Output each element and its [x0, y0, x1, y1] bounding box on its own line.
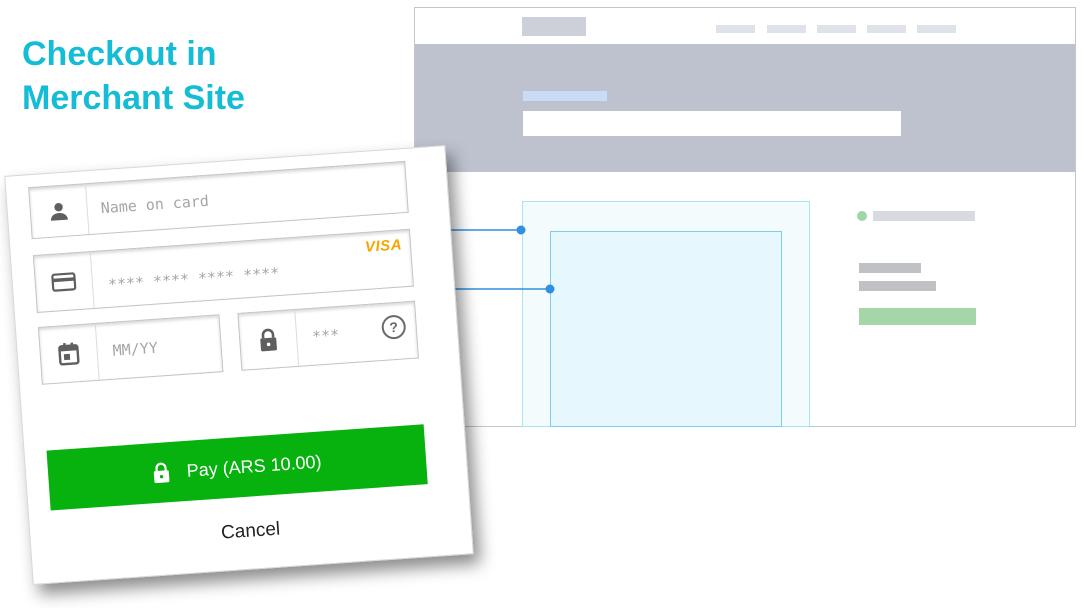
expiry-field[interactable]: MM/YY	[37, 314, 224, 385]
checkout-iframe	[550, 231, 782, 427]
credit-card-icon	[33, 252, 95, 312]
site-logo-placeholder	[522, 17, 586, 36]
sidebar-text-placeholder	[859, 281, 936, 291]
pay-button[interactable]: Pay (ARS 10.00)	[46, 424, 428, 511]
status-dot	[857, 211, 867, 221]
cancel-link[interactable]: Cancel	[30, 505, 470, 558]
sidebar-text-placeholder	[873, 211, 975, 221]
checkout-card: Name on card **** **** **** **** VISA MM…	[4, 145, 474, 585]
site-nav-item	[867, 25, 906, 33]
cvv-field[interactable]: *** ?	[237, 300, 419, 371]
sidebar-text-placeholder	[859, 263, 921, 273]
cvv-placeholder: ***	[311, 325, 340, 346]
expiry-placeholder: MM/YY	[112, 338, 159, 360]
pay-button-label: Pay (ARS 10.00)	[185, 451, 323, 481]
hero-label-placeholder	[523, 91, 607, 101]
lock-icon	[238, 309, 300, 370]
site-hero-banner	[415, 44, 1075, 172]
heading-line-2: Merchant Site	[22, 79, 245, 117]
card-number-placeholder: **** **** **** ****	[107, 263, 280, 294]
calendar-icon	[38, 323, 100, 384]
page-heading: Checkout in Merchant Site	[22, 32, 245, 120]
card-brand-text: VISA	[364, 236, 403, 256]
hero-input-placeholder	[523, 111, 901, 136]
site-nav-item	[817, 25, 856, 33]
name-on-card-placeholder: Name on card	[100, 191, 210, 218]
merchant-site-mockup	[414, 7, 1076, 427]
person-icon	[29, 184, 90, 239]
site-nav-item	[716, 25, 755, 33]
site-nav-item	[767, 25, 806, 33]
help-icon[interactable]: ?	[380, 314, 407, 340]
heading-line-1: Checkout in	[22, 35, 217, 73]
card-number-field[interactable]: **** **** **** **** VISA	[32, 228, 414, 313]
name-on-card-field[interactable]: Name on card	[28, 160, 409, 240]
sidebar-button-placeholder	[859, 308, 976, 325]
site-nav-item	[917, 25, 956, 33]
card-brand-logo: VISA	[364, 236, 402, 256]
lock-icon	[154, 462, 170, 484]
